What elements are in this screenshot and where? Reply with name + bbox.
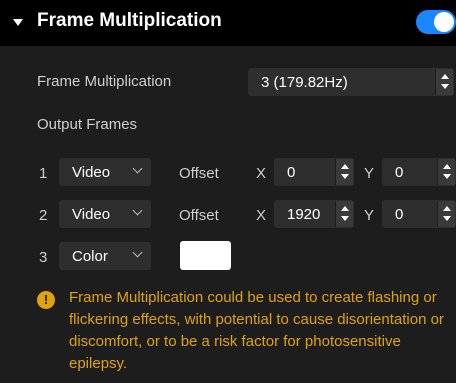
y-label: Y <box>364 165 375 182</box>
row-index: 2 <box>39 207 48 224</box>
offset-label: Offset <box>179 207 219 224</box>
x-label: X <box>256 207 267 224</box>
source-value: Video <box>72 206 111 223</box>
output-frames-label: Output Frames <box>37 116 138 133</box>
offset-x-value: 0 <box>287 164 296 181</box>
offset-x-stepper[interactable] <box>335 201 353 227</box>
offset-y-stepper[interactable] <box>437 201 455 227</box>
arrow-up-icon[interactable] <box>441 74 449 79</box>
offset-y-spinbox[interactable]: 0 <box>382 200 456 228</box>
frame-multiplication-spinbox[interactable]: 3 (179.82Hz) <box>248 68 454 96</box>
arrow-up-icon[interactable] <box>443 206 451 211</box>
offset-x-spinbox[interactable]: 0 <box>274 158 354 186</box>
offset-y-value: 0 <box>395 206 404 223</box>
frame-multiplication-panel: Frame Multiplication Frame Multiplicatio… <box>0 0 456 383</box>
source-dropdown[interactable]: Color <box>59 242 151 270</box>
arrow-down-icon[interactable] <box>341 216 349 221</box>
section-header[interactable]: Frame Multiplication <box>0 0 456 46</box>
offset-x-stepper[interactable] <box>335 159 353 185</box>
color-swatch[interactable] <box>180 241 231 270</box>
warning-text: Frame Multiplication could be used to cr… <box>69 289 444 372</box>
offset-x-value: 1920 <box>287 206 321 223</box>
frame-multiplication-value: 3 (179.82Hz) <box>261 74 348 91</box>
frame-multiplication-label: Frame Multiplication <box>37 73 172 90</box>
frame-multiplication-stepper[interactable] <box>435 69 453 95</box>
arrow-up-icon[interactable] <box>341 164 349 169</box>
y-label: Y <box>364 207 375 224</box>
warning-icon: ! <box>37 291 55 309</box>
chevron-down-icon <box>132 247 143 258</box>
collapse-arrow-icon[interactable] <box>13 19 23 26</box>
arrow-down-icon[interactable] <box>441 84 449 89</box>
chevron-down-icon <box>132 163 143 174</box>
offset-y-value: 0 <box>395 164 404 181</box>
x-label: X <box>256 165 267 182</box>
source-value: Video <box>72 164 111 181</box>
chevron-down-icon <box>132 205 143 216</box>
arrow-down-icon[interactable] <box>443 174 451 179</box>
offset-y-stepper[interactable] <box>437 159 455 185</box>
arrow-down-icon[interactable] <box>443 216 451 221</box>
section-title: Frame Multiplication <box>37 10 222 31</box>
section-content: Frame Multiplication 3 (179.82Hz) Output… <box>0 46 456 383</box>
source-dropdown[interactable]: Video <box>59 158 151 186</box>
source-dropdown[interactable]: Video <box>59 200 151 228</box>
offset-y-spinbox[interactable]: 0 <box>382 158 456 186</box>
arrow-up-icon[interactable] <box>443 164 451 169</box>
row-index: 3 <box>39 249 48 266</box>
offset-label: Offset <box>179 165 219 182</box>
enable-toggle[interactable] <box>416 10 456 34</box>
toggle-knob <box>434 12 454 32</box>
offset-x-spinbox[interactable]: 1920 <box>274 200 354 228</box>
source-value: Color <box>72 248 108 265</box>
arrow-down-icon[interactable] <box>341 174 349 179</box>
row-index: 1 <box>39 165 48 182</box>
arrow-up-icon[interactable] <box>341 206 349 211</box>
